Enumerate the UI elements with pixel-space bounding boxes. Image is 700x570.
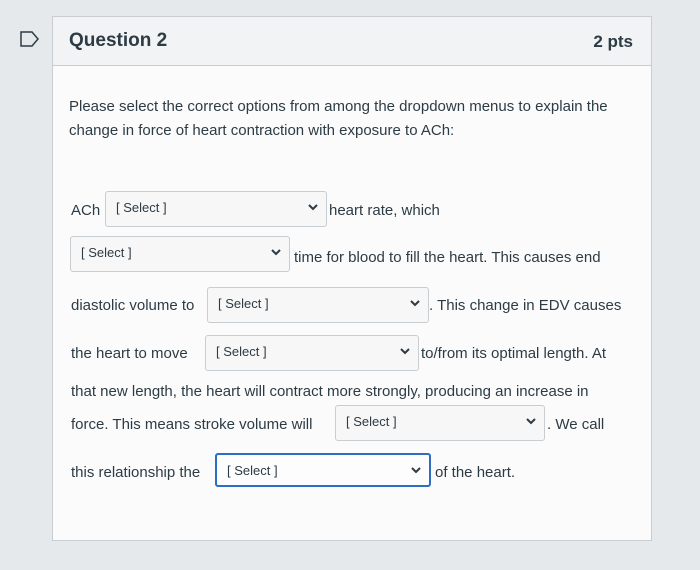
text-fill-time: time for blood to fill the heart. This c… xyxy=(294,249,601,266)
text-optimal-length: to/from its optimal length. At xyxy=(421,345,607,362)
text-relationship: this relationship the xyxy=(71,464,201,481)
text-stroke-volume: force. This means stroke volume will xyxy=(71,416,313,433)
question-points: 2 pts xyxy=(593,32,633,51)
dropdown-edv-value: [ Select ] xyxy=(218,296,269,311)
chevron-down-icon xyxy=(271,249,281,256)
dropdown-stroke-volume[interactable]: [ Select ] xyxy=(335,405,545,441)
chevron-down-icon xyxy=(411,467,421,474)
dropdown-fill-time[interactable]: [ Select ] xyxy=(70,236,290,272)
dropdown-stroke-volume-value: [ Select ] xyxy=(346,414,397,429)
chevron-down-icon xyxy=(400,348,410,355)
text-edv-change: . This change in EDV causes xyxy=(429,297,622,314)
dropdown-edv[interactable]: [ Select ] xyxy=(207,287,429,323)
text-of-the-heart: of the heart. xyxy=(435,464,516,481)
text-diastolic-volume: diastolic volume to xyxy=(71,297,195,314)
dropdown-heart-rate-value: [ Select ] xyxy=(116,200,167,215)
text-we-call: . We call xyxy=(547,416,605,433)
dropdown-relationship[interactable]: [ Select ] xyxy=(215,453,431,487)
dropdown-direction[interactable]: [ Select ] xyxy=(205,335,419,371)
question-card: Question 2 2 pts Please select the corre… xyxy=(52,16,652,541)
text-heart-move: the heart to move xyxy=(71,345,188,362)
flag-question-icon[interactable] xyxy=(20,31,40,47)
dropdown-heart-rate[interactable]: [ Select ] xyxy=(105,191,327,227)
chevron-down-icon xyxy=(308,204,318,211)
dropdown-relationship-value: [ Select ] xyxy=(227,463,278,478)
question-title: Question 2 xyxy=(69,30,168,51)
chevron-down-icon xyxy=(410,300,420,307)
question-header: Question 2 2 pts xyxy=(53,17,651,66)
text-new-length: that new length, the heart will contract… xyxy=(71,383,589,400)
question-intro: Please select the correct options from a… xyxy=(69,98,608,139)
text-heart-rate-which: heart rate, which xyxy=(329,202,440,219)
dropdown-direction-value: [ Select ] xyxy=(216,344,267,359)
text-ach: ACh xyxy=(71,202,101,219)
chevron-down-icon xyxy=(526,418,536,425)
dropdown-fill-time-value: [ Select ] xyxy=(81,245,132,260)
